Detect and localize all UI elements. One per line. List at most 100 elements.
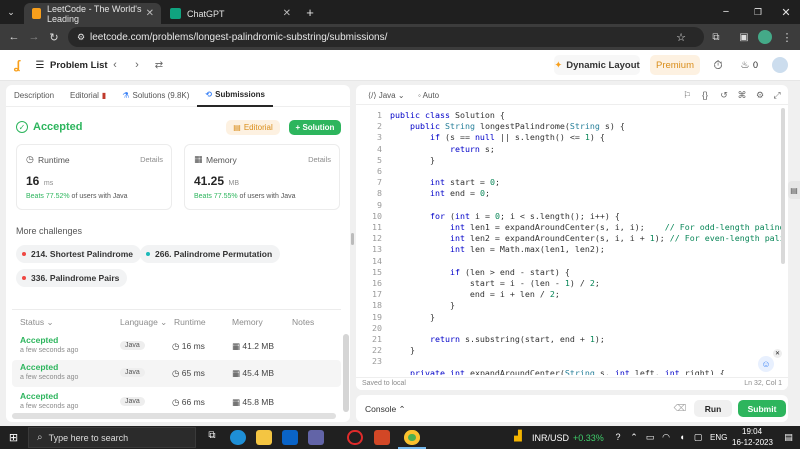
horizontal-scrollbar[interactable] — [12, 413, 336, 419]
site-info-icon[interactable]: ⚙ — [74, 30, 88, 44]
post-solution-button[interactable]: + Solution — [289, 120, 341, 135]
language-selector[interactable]: ⟨/⟩ Java ⌄ — [368, 91, 405, 100]
new-tab-icon[interactable]: + — [303, 4, 317, 20]
opera-icon[interactable] — [347, 430, 363, 445]
table-row[interactable]: Accepted a few seconds ago Java ◷ 65 ms … — [12, 360, 341, 387]
store-icon[interactable] — [308, 430, 324, 445]
profile-avatar[interactable] — [758, 30, 772, 44]
submit-button[interactable]: Submit — [738, 400, 786, 417]
autocomplete-mode[interactable]: ◦ Auto — [418, 91, 439, 100]
challenge-chip[interactable]: 214. Shortest Palindrome — [16, 245, 142, 263]
help-icon[interactable]: ? — [612, 431, 624, 443]
menu-kebab-icon[interactable]: ⋮ — [780, 29, 794, 45]
runtime-card[interactable]: ◷ Runtime Details 16 ms Beats 77.52% of … — [16, 144, 172, 210]
editorial-button[interactable]: ▤ Editorial — [226, 120, 280, 135]
tab-solutions[interactable]: ⚗ Solutions (9.8K) — [114, 85, 197, 107]
timer-icon[interactable]: ⏱ — [710, 57, 726, 73]
table-scrollbar[interactable] — [343, 334, 349, 412]
memory-chip-icon: ▦ — [194, 154, 203, 164]
tab-description[interactable]: Description — [6, 85, 62, 107]
code-line: int len2 = expandAroundCenter(s, i, i + … — [449, 233, 784, 244]
reload-icon[interactable]: ↻ — [46, 29, 62, 45]
challenge-chip[interactable]: 266. Palindrome Permutation — [140, 245, 281, 263]
dynamic-layout-button[interactable]: ✦ Dynamic Layout — [554, 55, 640, 75]
bookmark-star-icon[interactable]: ☆ — [674, 30, 688, 44]
col-status[interactable]: Status ⌄ — [20, 317, 54, 328]
line-number: 7 — [377, 177, 382, 188]
line-number: 22 — [372, 345, 382, 356]
code-area[interactable]: 1 public class Solution {2 public String … — [364, 110, 784, 375]
windows-start-icon[interactable]: ⊞ — [6, 430, 21, 445]
clock-date[interactable]: 16-12-2023 — [732, 438, 773, 447]
battery-icon[interactable]: ▭ — [644, 431, 656, 443]
tab-search-icon[interactable]: ⌄ — [4, 5, 18, 19]
reset-icon[interactable]: ↺ — [718, 89, 730, 101]
premium-button[interactable]: Premium — [650, 55, 700, 75]
table-row[interactable]: Accepted a few seconds ago Java ◷ 16 ms … — [12, 333, 341, 360]
bookmark-icon[interactable]: ⚐ — [681, 89, 693, 101]
memory-details-link[interactable]: Details — [308, 155, 331, 164]
mail-icon[interactable] — [282, 430, 298, 445]
address-bar[interactable]: ⚙ leetcode.com/problems/longest-palindro… — [68, 27, 704, 47]
fullscreen-icon[interactable]: ⤢ — [771, 89, 783, 101]
panel-resize-handle[interactable] — [351, 233, 354, 245]
input-language[interactable]: ENG — [710, 433, 727, 442]
braces-icon[interactable]: {} — [699, 89, 711, 101]
table-row[interactable]: Accepted a few seconds ago Java ◷ 66 ms … — [12, 389, 341, 411]
chrome-icon[interactable] — [404, 430, 420, 445]
display-icon[interactable]: ▢ — [692, 431, 704, 443]
trash-icon[interactable]: ⌫ — [674, 402, 687, 414]
back-icon[interactable]: ← — [6, 29, 22, 45]
runtime-details-link[interactable]: Details — [140, 155, 163, 164]
col-language[interactable]: Language ⌄ — [120, 317, 167, 328]
notification-icon[interactable]: ▤ — [782, 431, 795, 444]
shuffle-icon[interactable]: ⇄ — [152, 58, 166, 72]
ticker-name[interactable]: INR/USD — [532, 433, 569, 443]
run-button[interactable]: Run — [694, 400, 732, 417]
memory-card[interactable]: ▦ Memory Details 41.25 MB Beats 77.55% o… — [184, 144, 340, 210]
memory-icon: ▦ — [232, 397, 243, 407]
fire-icon[interactable]: ♨ — [738, 58, 752, 72]
close-tab-icon[interactable]: ✕ — [283, 8, 291, 19]
extensions-icon[interactable]: ⧉ — [708, 29, 724, 45]
speaker-icon[interactable]: ◖ — [676, 431, 688, 443]
sidebar-icon[interactable]: ▣ — [736, 29, 752, 45]
powerpoint-icon[interactable] — [374, 430, 390, 445]
taskbar-search[interactable]: ⌕ Type here to search — [28, 427, 196, 448]
next-problem-icon[interactable]: › — [130, 58, 144, 72]
problem-list-icon: ☰ — [35, 59, 45, 71]
shortcuts-icon[interactable]: ⌘ — [736, 89, 748, 101]
chat-close-icon[interactable]: ✕ — [773, 349, 782, 358]
edge-browser-icon[interactable] — [230, 430, 246, 445]
console-toggle[interactable]: Console ⌃ — [365, 404, 406, 415]
close-tab-icon[interactable]: ✕ — [146, 8, 154, 19]
clock-time[interactable]: 19:04 — [742, 427, 762, 436]
browser-tab-chatgpt[interactable]: ChatGPT ✕ — [162, 3, 298, 24]
problem-list-link[interactable]: Problem List — [50, 60, 108, 71]
task-view-icon[interactable]: ⧉ — [204, 430, 220, 445]
line-number: 6 — [377, 166, 382, 176]
table-divider — [12, 309, 341, 310]
settings-gear-icon[interactable]: ⚙ — [754, 89, 766, 101]
restore-icon[interactable]: ❐ — [750, 4, 766, 20]
browser-tab-leetcode[interactable]: LeetCode - The World's Leading ✕ — [24, 3, 161, 24]
minimize-icon[interactable]: − — [718, 4, 734, 20]
leetcode-logo[interactable]: ʆ — [10, 58, 24, 72]
close-window-icon[interactable]: ✕ — [778, 4, 794, 20]
forward-icon[interactable]: → — [26, 29, 42, 45]
user-avatar[interactable] — [772, 57, 788, 73]
network-icon[interactable]: ◠ — [660, 431, 672, 443]
magnifier-icon: ⌕ — [37, 432, 43, 443]
challenge-chip[interactable]: 336. Palindrome Pairs — [16, 269, 128, 287]
prev-problem-icon[interactable]: ‹ — [108, 58, 122, 72]
editor-scrollbar[interactable] — [781, 108, 785, 264]
side-doc-icon[interactable]: ▤ — [788, 181, 800, 199]
tab-submissions[interactable]: ⟲ Submissions — [197, 85, 273, 107]
code-line: int start = 0; — [429, 177, 500, 188]
chat-support-icon[interactable]: ☺ — [758, 356, 774, 372]
file-explorer-icon[interactable] — [256, 430, 272, 445]
tab-editorial[interactable]: Editorial ▮ — [62, 85, 114, 107]
col-notes: Notes — [292, 317, 315, 327]
code-line: return s.substring(start, end + 1); — [429, 334, 605, 344]
show-hidden-icons-icon[interactable]: ⌃ — [628, 431, 640, 443]
